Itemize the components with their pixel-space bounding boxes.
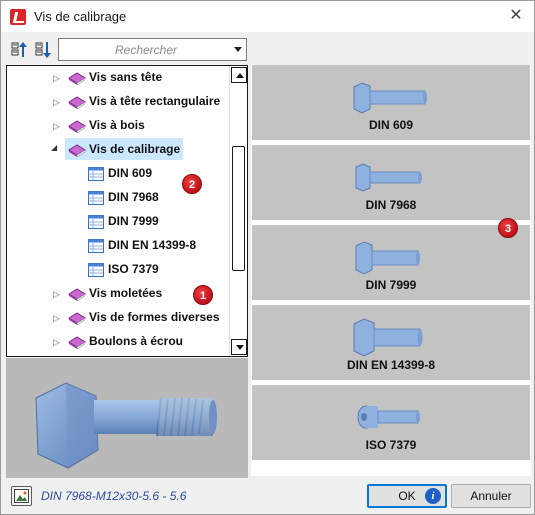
expand-arrow-icon[interactable]: ▷	[53, 337, 61, 347]
book-icon	[68, 310, 86, 326]
expand-arrow-icon[interactable]: ▷	[53, 97, 61, 107]
scroll-down-button[interactable]	[231, 339, 247, 355]
tree-item-selected[interactable]: ◢ Vis de calibrage	[7, 138, 229, 162]
scroll-thumb[interactable]	[232, 146, 245, 271]
book-icon	[68, 334, 86, 350]
bolt-thumbnail	[355, 163, 422, 192]
part-card[interactable]: DIN EN 14399-8	[252, 305, 530, 382]
tree-item-label: Vis de formes diverses	[89, 310, 220, 324]
tree-item[interactable]: ▷ Vis à tête rectangulaire	[7, 90, 229, 114]
bolt-thumbnail	[353, 318, 423, 357]
tree-item-label: DIN 7968	[108, 190, 159, 204]
arrow-up-icon	[236, 73, 244, 78]
book-icon	[68, 286, 86, 302]
tree-item-label: Vis à bois	[89, 118, 145, 132]
ok-label: OK	[398, 489, 416, 503]
tree-item-label: Vis sans tête	[89, 70, 163, 84]
bolt-thumbnail	[357, 405, 420, 429]
book-icon	[68, 70, 86, 86]
scroll-up-button[interactable]	[231, 67, 247, 83]
callout-badge-3: 3	[498, 218, 518, 238]
table-icon	[87, 262, 105, 278]
part-label: DIN 7968	[365, 198, 417, 212]
search-input[interactable]	[59, 39, 229, 60]
part-card[interactable]: DIN 7999	[252, 225, 530, 302]
part-preview	[6, 358, 248, 478]
expand-arrow-icon[interactable]: ▷	[53, 289, 61, 299]
tree-item[interactable]: ▷ Vis sans tête	[7, 66, 229, 90]
selected-part-status: DIN 7968-M12x30-5.6 - 5.6	[41, 489, 187, 503]
book-icon	[68, 94, 86, 110]
bolt-thumbnail	[355, 241, 420, 275]
tree-item[interactable]: ▷ Vis de formes diverses	[7, 306, 229, 330]
tree-scrollbar[interactable]	[229, 66, 247, 356]
dialog-window: Vis de calibrage ✕ ▷	[0, 0, 535, 515]
table-icon	[87, 190, 105, 206]
ok-button[interactable]: OK i	[367, 484, 447, 508]
window-title: Vis de calibrage	[34, 9, 127, 24]
callout-badge-1: 1	[193, 285, 213, 305]
callout-badge-2: 2	[182, 174, 202, 194]
part-label: DIN 7999	[365, 278, 417, 292]
tree-item-label: Vis de calibrage	[89, 142, 181, 156]
chevron-down-icon[interactable]	[234, 47, 242, 52]
expand-arrow-icon[interactable]: ▷	[53, 121, 61, 131]
arrow-down-icon	[236, 345, 244, 350]
tree-item-label: Vis à tête rectangulaire	[89, 94, 221, 108]
tree-item[interactable]: DIN EN 14399-8	[7, 234, 229, 258]
tree-item[interactable]: DIN 7999	[7, 210, 229, 234]
part-label: DIN EN 14399-8	[346, 358, 436, 372]
part-card[interactable]: ISO 7379	[252, 385, 530, 462]
bolt-preview-image	[35, 382, 217, 469]
close-icon[interactable]: ✕	[508, 8, 524, 24]
info-icon: i	[425, 488, 441, 504]
part-card[interactable]: DIN 609	[252, 65, 530, 142]
search-combobox[interactable]	[58, 38, 247, 61]
tree-item-label: Vis moletées	[89, 286, 163, 300]
parts-list: DIN 609 DIN 7968 DIN 7999 DIN EN 14399-8…	[251, 65, 531, 476]
picture-icon	[14, 489, 29, 503]
catalog-tree: ▷ Vis sans tête ▷ Vis à tête rectangulai…	[6, 65, 248, 357]
collapse-arrow-icon[interactable]: ◢	[51, 143, 59, 153]
table-icon	[87, 166, 105, 182]
table-icon	[87, 238, 105, 254]
tree-item[interactable]: ISO 7379	[7, 258, 229, 282]
bolt-thumbnail	[353, 82, 427, 114]
table-icon	[87, 214, 105, 230]
app-logo-icon	[10, 9, 26, 25]
tree-item[interactable]: ▷ Boulons à écrou	[7, 330, 229, 354]
sort-ascending-icon[interactable]	[11, 41, 29, 59]
tree-item-label: Boulons à écrou	[89, 334, 184, 348]
expand-arrow-icon[interactable]: ▷	[53, 73, 61, 83]
tree-item-label: DIN 7999	[108, 214, 159, 228]
expand-arrow-icon[interactable]: ▷	[53, 313, 61, 323]
tree-item-label: ISO 7379	[108, 262, 159, 276]
image-preview-toggle[interactable]	[11, 486, 32, 506]
tree-item[interactable]: ▷ Vis à bois	[7, 114, 229, 138]
sort-descending-icon[interactable]	[35, 41, 53, 59]
part-card[interactable]: DIN 7968	[252, 145, 530, 222]
part-label: ISO 7379	[365, 438, 417, 452]
book-icon	[68, 118, 86, 134]
tree-item-label: DIN 609	[108, 166, 153, 180]
title-bar: Vis de calibrage ✕	[1, 1, 534, 32]
tree-item-label: DIN EN 14399-8	[108, 238, 197, 252]
book-icon	[68, 142, 86, 158]
part-label: DIN 609	[368, 118, 414, 132]
cancel-button[interactable]: Annuler	[451, 484, 531, 508]
